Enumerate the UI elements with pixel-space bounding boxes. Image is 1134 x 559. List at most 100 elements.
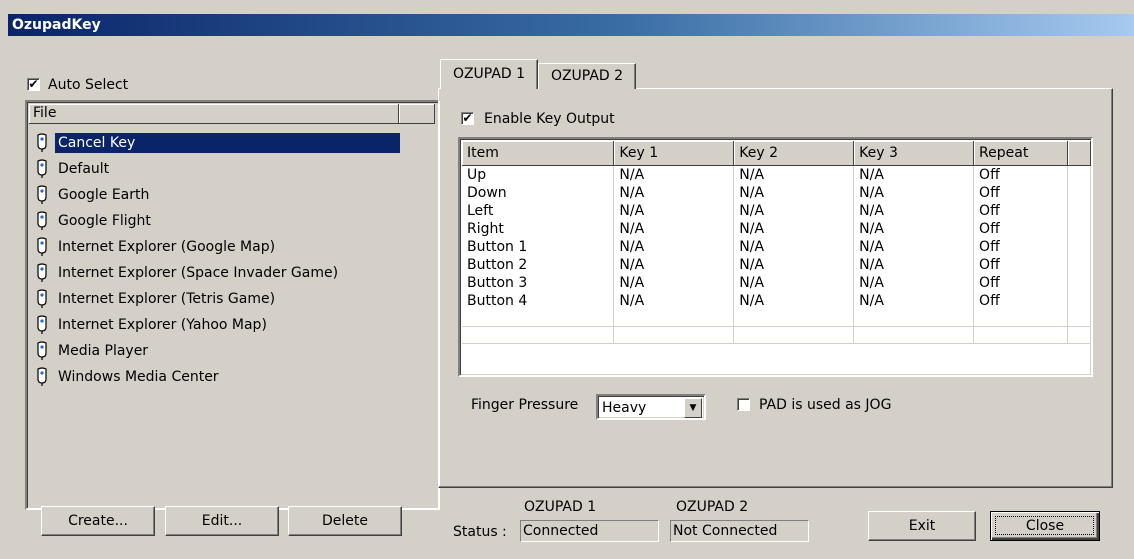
finger-pressure-dropdown[interactable]: Heavy ▼ [596,394,706,420]
cell-key-3[interactable]: N/A [853,237,975,256]
column-header-key-1[interactable]: Key 1 [613,141,735,166]
file-list-item-label: Windows Media Center [58,369,219,385]
pad-jog-checkbox[interactable] [737,398,750,411]
cell-key-2[interactable]: N/A [733,183,855,202]
column-header-item[interactable]: Item [462,141,615,166]
cell-key-2[interactable]: N/A [733,237,855,256]
dropdown-arrow-icon[interactable]: ▼ [684,398,702,418]
cell-repeat[interactable]: Off [973,183,1068,202]
file-list-item-label: Default [58,161,110,177]
table-row[interactable]: Down N/A N/A N/A Off [462,183,1091,202]
column-header-key-3[interactable]: Key 3 [853,141,975,166]
empty-cell [1067,326,1091,344]
empty-cell [613,309,735,327]
file-list-item[interactable]: Default [31,156,411,182]
cell-key-1[interactable]: N/A [613,219,735,238]
file-list-item-label: Internet Explorer (Space Invader Game) [58,265,339,281]
table-row[interactable]: Up N/A N/A N/A Off [462,165,1091,184]
cell-key-2[interactable]: N/A [733,291,855,310]
cell-repeat[interactable]: Off [973,219,1068,238]
table-row[interactable]: Button 1 N/A N/A N/A Off [462,237,1091,256]
cell-item[interactable]: Button 4 [462,291,615,310]
column-header-repeat[interactable]: Repeat [973,141,1068,166]
cell-item[interactable]: Down [462,183,615,202]
file-list-item-label: Google Flight [58,213,151,229]
profile-icon [35,133,49,153]
cell-key-1[interactable]: N/A [613,165,735,184]
file-list-item[interactable]: Cancel Key [31,130,411,156]
cell-key-2[interactable]: N/A [733,255,855,274]
cell-key-2[interactable]: N/A [733,273,855,292]
file-list-item-label: Media Player [58,343,149,359]
exit-button[interactable]: Exit [868,511,976,541]
cell-item[interactable]: Button 3 [462,273,615,292]
cell-key-1[interactable]: N/A [613,201,735,220]
file-column-header-filler [399,104,435,124]
tab-ozupad-1[interactable]: OZUPAD 1 [440,59,538,89]
cell-repeat[interactable]: Off [973,291,1068,310]
cell-key-3[interactable]: N/A [853,273,975,292]
cell-item[interactable]: Right [462,219,615,238]
file-list-item[interactable]: Internet Explorer (Tetris Game) [31,286,411,312]
cell-key-3[interactable]: N/A [853,165,975,184]
delete-button[interactable]: Delete [288,506,402,536]
cell-repeat[interactable]: Off [973,165,1068,184]
cell-key-2[interactable]: N/A [733,165,855,184]
cell-key-3[interactable]: N/A [853,183,975,202]
cell-key-3[interactable]: N/A [853,219,975,238]
cell-repeat[interactable]: Off [973,255,1068,274]
column-header-key-2[interactable]: Key 2 [733,141,855,166]
finger-pressure-value: Heavy [602,400,647,416]
file-list-item-label: Internet Explorer (Tetris Game) [58,291,276,307]
cell-key-1[interactable]: N/A [613,237,735,256]
cell-key-1[interactable]: N/A [613,183,735,202]
cell-repeat[interactable]: Off [973,273,1068,292]
table-row[interactable]: Button 2 N/A N/A N/A Off [462,255,1091,274]
create-button[interactable]: Create... [41,506,155,536]
cell-key-3[interactable]: N/A [853,255,975,274]
main-window: ✔ Auto Select File Cancel Key Default Goog… [8,36,1134,559]
table-row[interactable]: Button 3 N/A N/A N/A Off [462,273,1091,292]
file-list-item[interactable]: Google Earth [31,182,411,208]
cell-key-1[interactable]: N/A [613,291,735,310]
status-ozupad-2-title: OZUPAD 2 [676,499,749,515]
file-list-item[interactable]: Internet Explorer (Space Invader Game) [31,260,411,286]
cell-item[interactable]: Button 1 [462,237,615,256]
status-label: Status : [453,524,507,540]
empty-cell [853,309,975,327]
file-list[interactable]: File Cancel Key Default Google Earth Google… [25,100,440,510]
file-list-item-label: Google Earth [58,187,150,203]
cell-item[interactable]: Left [462,201,615,220]
enable-key-output-checkbox[interactable]: ✔ [461,112,474,125]
file-column-header[interactable]: File [29,104,399,124]
cell-key-1[interactable]: N/A [613,273,735,292]
cell-key-3[interactable]: N/A [853,291,975,310]
cell-item[interactable]: Up [462,165,615,184]
cell-key-3[interactable]: N/A [853,201,975,220]
tab-ozupad-2[interactable]: OZUPAD 2 [538,63,636,89]
key-mapping-grid[interactable]: Item Key 1 Key 2 Key 3 Repeat Up N/A N/A N/… [458,137,1093,377]
auto-select-label: Auto Select [48,77,129,93]
cell-filler [1067,219,1091,238]
table-row[interactable]: Button 4 N/A N/A N/A Off [462,291,1091,310]
file-list-item[interactable]: Internet Explorer (Google Map) [31,234,411,260]
finger-pressure-label: Finger Pressure [471,397,579,413]
cell-key-2[interactable]: N/A [733,219,855,238]
file-list-item[interactable]: Google Flight [31,208,411,234]
file-list-item[interactable]: Internet Explorer (Yahoo Map) [31,312,411,338]
file-list-item[interactable]: Media Player [31,338,411,364]
cell-key-1[interactable]: N/A [613,255,735,274]
cell-repeat[interactable]: Off [973,237,1068,256]
table-row[interactable]: Right N/A N/A N/A Off [462,219,1091,238]
edit-button[interactable]: Edit... [165,506,279,536]
table-row[interactable]: Left N/A N/A N/A Off [462,201,1091,220]
cell-item[interactable]: Button 2 [462,255,615,274]
cell-repeat[interactable]: Off [973,201,1068,220]
auto-select-checkbox[interactable]: ✔ [27,78,40,91]
key-mapping-rows: Up N/A N/A N/A Off Down N/A N/A N/A Off Left N/A N/A… [462,165,1091,344]
close-button[interactable]: Close [990,511,1100,541]
cell-key-2[interactable]: N/A [733,201,855,220]
window-title: OzupadKey [12,17,101,33]
profile-icon [35,341,49,361]
file-list-item[interactable]: Windows Media Center [31,364,411,390]
